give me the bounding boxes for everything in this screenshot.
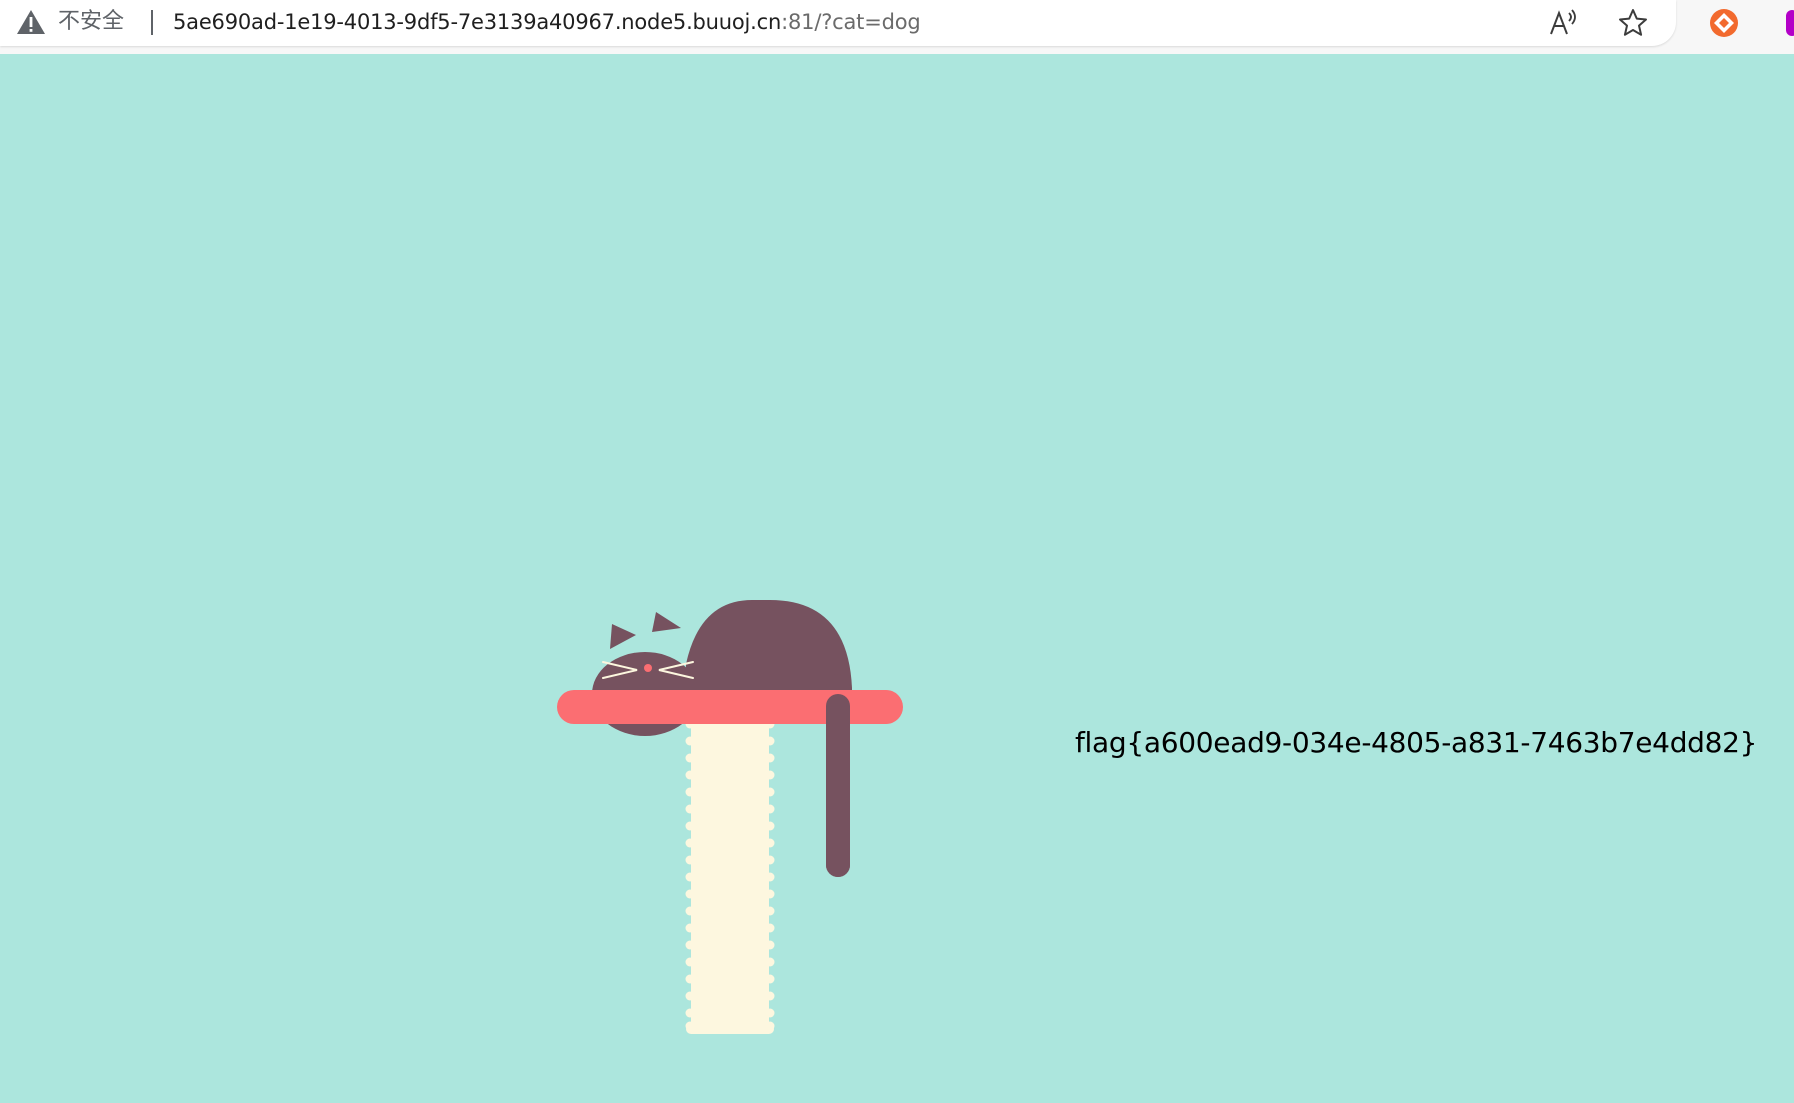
extension-icon-partial[interactable] <box>1786 10 1794 36</box>
extension-icon <box>1710 9 1738 37</box>
address-bar[interactable]: 不安全 5ae690ad-1e19-4013-9df5-7e3139a40967… <box>0 0 1676 46</box>
url-path: :81/?cat=dog <box>781 10 921 34</box>
scratching-post <box>685 719 775 1034</box>
url-host: 5ae690ad-1e19-4013-9df5-7e3139a40967.nod… <box>173 10 782 34</box>
flag-text: flag{a600ead9-034e-4805-a831-7463b7e4dd8… <box>1075 726 1758 759</box>
page-content: flag{a600ead9-034e-4805-a831-7463b7e4dd8… <box>0 54 1794 1103</box>
favorite-button[interactable] <box>1615 5 1651 41</box>
warning-triangle-icon[interactable] <box>16 9 46 35</box>
read-aloud-icon <box>1550 9 1576 35</box>
address-divider <box>151 10 153 35</box>
read-aloud-button[interactable] <box>1546 5 1582 41</box>
cat-illustration <box>557 600 903 1034</box>
url-text[interactable]: 5ae690ad-1e19-4013-9df5-7e3139a40967.nod… <box>173 9 921 35</box>
browser-toolbar: 不安全 5ae690ad-1e19-4013-9df5-7e3139a40967… <box>0 0 1794 54</box>
cat-tail <box>826 694 850 877</box>
cat-shelf <box>557 690 903 724</box>
star-icon <box>1619 9 1647 36</box>
security-status-label[interactable]: 不安全 <box>58 9 124 35</box>
extension-button[interactable] <box>1706 5 1742 41</box>
cat-nose <box>644 664 652 672</box>
